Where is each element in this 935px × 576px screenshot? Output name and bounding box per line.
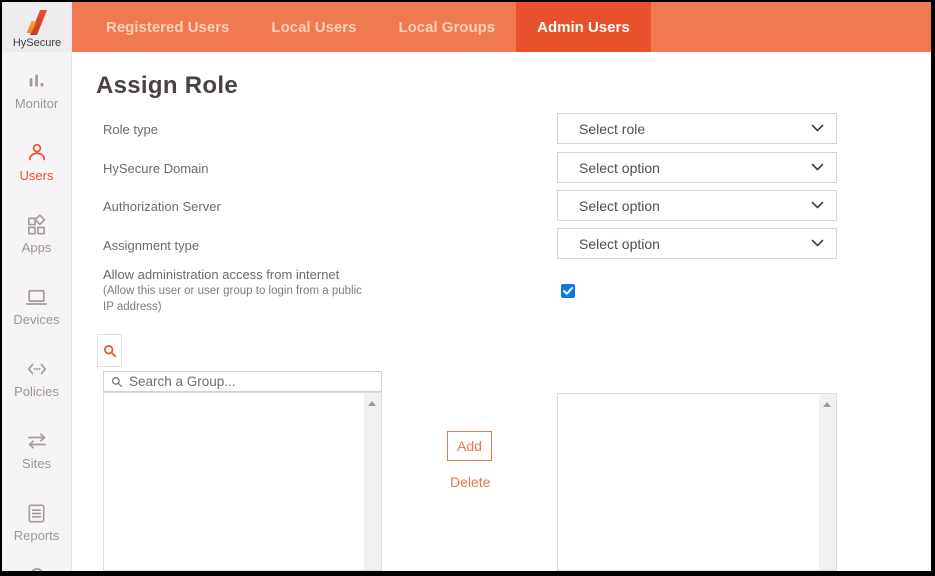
check-icon (563, 287, 573, 295)
main-content: Assign Role Role type Select role HySecu… (73, 52, 931, 571)
sidebar-item-policies[interactable]: Policies (2, 352, 71, 424)
user-icon (24, 140, 50, 166)
internet-access-checkbox[interactable] (561, 284, 575, 298)
topbar: Registered Users Local Users Local Group… (2, 2, 931, 52)
scrollbar[interactable] (819, 394, 836, 570)
sidebar-item-users[interactable]: Users (2, 136, 71, 208)
tab-local-groups[interactable]: Local Groups (377, 2, 516, 52)
sidebar-item-devices[interactable]: Devices (2, 280, 71, 352)
chevron-down-icon (811, 239, 824, 248)
group-search (103, 371, 382, 392)
page-title: Assign Role (96, 72, 238, 100)
logo-text: HySecure (13, 37, 61, 49)
group-search-toggle[interactable] (97, 334, 122, 367)
internet-access-label: Allow administration access from interne… (103, 267, 339, 282)
page: Registered Users Local Users Local Group… (2, 2, 931, 571)
internet-access-sublabel: (Allow this user or user group to login … (103, 283, 369, 315)
sidebar-item-label: Reports (14, 528, 60, 543)
sidebar-item-label: Devices (13, 312, 59, 327)
assignment-type-select[interactable]: Select option (557, 228, 837, 259)
role-type-select[interactable]: Select role (557, 113, 837, 144)
document-icon (24, 500, 50, 526)
transfer-arrows-icon (24, 428, 50, 454)
delete-button[interactable]: Delete (450, 474, 490, 490)
assignment-type-label: Assignment type (103, 238, 199, 253)
sidebar-item-label: Users (20, 168, 54, 183)
chevron-down-icon (811, 201, 824, 210)
tab-admin-users[interactable]: Admin Users (516, 2, 651, 52)
laptop-icon (24, 284, 50, 310)
scroll-up-arrow-icon (368, 401, 376, 406)
code-brackets-icon (24, 356, 50, 382)
hysecure-logo-icon (26, 10, 48, 36)
hysecure-domain-select[interactable]: Select option (557, 152, 837, 183)
app-window: Registered Users Local Users Local Group… (0, 0, 935, 576)
authorization-server-label: Authorization Server (103, 199, 221, 214)
sidebar-item-sites[interactable]: Sites (2, 424, 71, 496)
add-button[interactable]: Add (447, 431, 492, 461)
sidebar-item-label: Apps (22, 240, 52, 255)
sidebar: Monitor Users (2, 52, 72, 571)
sidebar-item-label: Sites (22, 456, 51, 471)
apps-grid-icon (24, 212, 50, 238)
search-icon (111, 376, 123, 388)
chevron-down-icon (811, 124, 824, 133)
chevron-down-icon (811, 163, 824, 172)
tab-registered-users[interactable]: Registered Users (85, 2, 250, 52)
available-groups-list[interactable] (103, 392, 382, 571)
partial-sidebar-icon (29, 565, 45, 571)
tab-bar: Registered Users Local Users Local Group… (72, 2, 651, 52)
sidebar-item-label: Monitor (15, 96, 58, 111)
hysecure-domain-label: HySecure Domain (103, 161, 209, 176)
scrollbar[interactable] (364, 393, 381, 570)
scroll-up-arrow-icon (823, 402, 831, 407)
authorization-server-select[interactable]: Select option (557, 190, 837, 221)
assigned-groups-list[interactable] (557, 393, 837, 571)
sidebar-item-apps[interactable]: Apps (2, 208, 71, 280)
search-icon (103, 344, 117, 358)
hysecure-logo[interactable]: HySecure (2, 2, 72, 52)
group-search-input[interactable] (129, 374, 377, 389)
role-type-label: Role type (103, 122, 158, 137)
bar-chart-icon (24, 68, 50, 94)
sidebar-item-monitor[interactable]: Monitor (2, 64, 71, 136)
tab-local-users[interactable]: Local Users (250, 2, 377, 52)
sidebar-item-reports[interactable]: Reports (2, 496, 71, 568)
sidebar-item-label: Policies (14, 384, 59, 399)
